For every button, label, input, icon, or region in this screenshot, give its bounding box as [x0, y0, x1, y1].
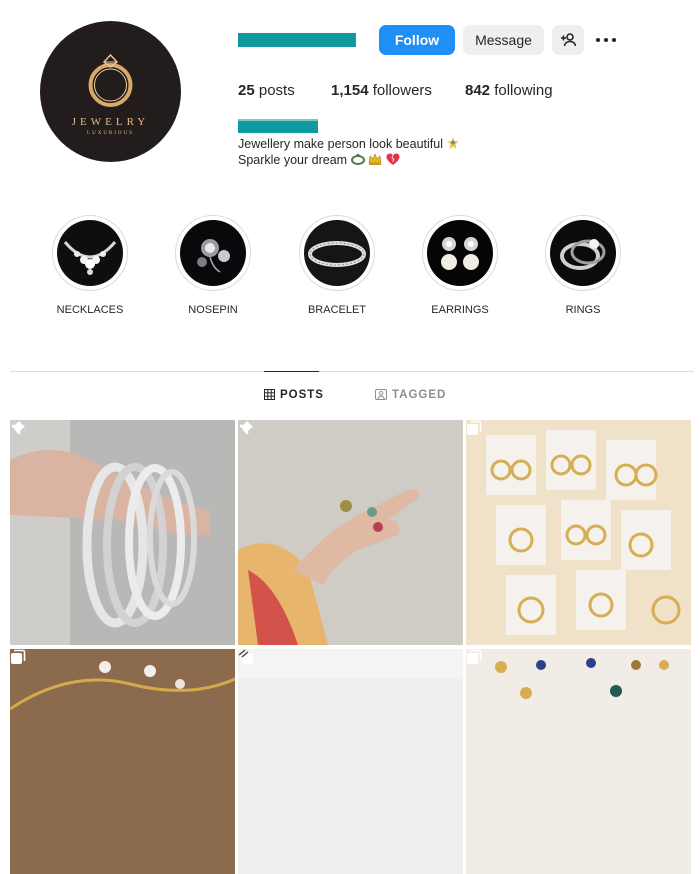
post-tile[interactable]: [238, 649, 463, 874]
highlight-ring: [52, 215, 128, 291]
followers-stat[interactable]: 1,154 followers: [331, 82, 432, 99]
post-tile[interactable]: [10, 420, 235, 645]
post-image-light: [238, 649, 463, 874]
crown-emoji-icon: [368, 153, 382, 165]
highlight-ring: [422, 215, 498, 291]
reel-post-icon: [238, 649, 253, 664]
ring-emoji-icon: [350, 153, 365, 165]
posts-stat: 25 posts: [238, 82, 295, 99]
profile-avatar[interactable]: JEWELRY LUXURIOUS: [40, 21, 181, 162]
followers-count: 1,154: [331, 82, 369, 99]
necklace-thumbnail: [57, 220, 123, 286]
avatar-tagline-text: LUXURIOUS: [87, 131, 134, 136]
post-image-bangles: [10, 420, 235, 645]
tab-posts-label: POSTS: [280, 389, 324, 401]
pinned-post-icon: [11, 421, 25, 435]
add-person-icon: [561, 33, 576, 47]
tab-posts[interactable]: POSTS: [264, 389, 324, 401]
post-image-rings-hand: [238, 420, 463, 645]
following-label: following: [494, 82, 553, 99]
message-button[interactable]: Message: [463, 25, 544, 55]
post-image-earring-sets: [466, 420, 691, 645]
rings-thumbnail: [550, 220, 616, 286]
post-image-stud-earrings: [466, 649, 691, 874]
more-options-button[interactable]: [594, 30, 618, 50]
post-tile[interactable]: [10, 649, 235, 874]
username-redacted: [238, 33, 356, 47]
posts-count: 25: [238, 82, 255, 99]
bio-line-2-text: Sparkle your dream: [238, 153, 348, 167]
post-image-floral-hairpins: [10, 649, 235, 874]
carousel-post-icon: [467, 420, 482, 435]
nosepin-thumbnail: [180, 220, 246, 286]
earrings-thumbnail: [427, 220, 493, 286]
post-tile[interactable]: [466, 420, 691, 645]
fairy-emoji-icon: [447, 137, 460, 149]
active-tab-indicator: [264, 371, 319, 372]
ring-logo-icon: [88, 53, 133, 107]
carousel-post-icon: [467, 649, 482, 664]
followers-label: followers: [372, 82, 432, 99]
grid-icon: [264, 389, 275, 400]
highlight-label: NECKLACES: [56, 304, 124, 316]
highlight-label: EARRINGS: [431, 304, 489, 316]
highlight-ring: [545, 215, 621, 291]
following-stat[interactable]: 842 following: [465, 82, 553, 99]
carousel-post-icon: [11, 649, 26, 664]
full-name-redacted: [238, 121, 318, 133]
highlight-label: BRACELET: [307, 304, 367, 316]
suggest-accounts-button[interactable]: [552, 25, 584, 55]
post-tile[interactable]: [466, 649, 691, 874]
following-count: 842: [465, 82, 491, 99]
highlight-label: RINGS: [565, 304, 601, 316]
follow-button[interactable]: Follow: [379, 25, 455, 55]
posts-label: posts: [258, 82, 295, 99]
tab-tagged[interactable]: TAGGED: [375, 389, 446, 401]
highlight-ring: [299, 215, 375, 291]
tab-tagged-label: TAGGED: [392, 389, 447, 401]
pinned-post-icon: [239, 421, 253, 435]
tagged-icon: [375, 389, 387, 400]
heart-emoji-icon: [386, 153, 400, 165]
highlight-ring: [175, 215, 251, 291]
tab-divider: [10, 371, 694, 372]
bio-line-2: Sparkle your dream: [238, 152, 400, 167]
bio-line-1: Jewellery make person look beautiful: [238, 136, 460, 151]
post-tile[interactable]: [238, 420, 463, 645]
bracelet-thumbnail: [304, 220, 370, 286]
highlight-label: NOSEPIN: [188, 304, 238, 316]
bio-line-1-text: Jewellery make person look beautiful: [238, 137, 443, 151]
avatar-brand-text: JEWELRY: [71, 116, 150, 128]
